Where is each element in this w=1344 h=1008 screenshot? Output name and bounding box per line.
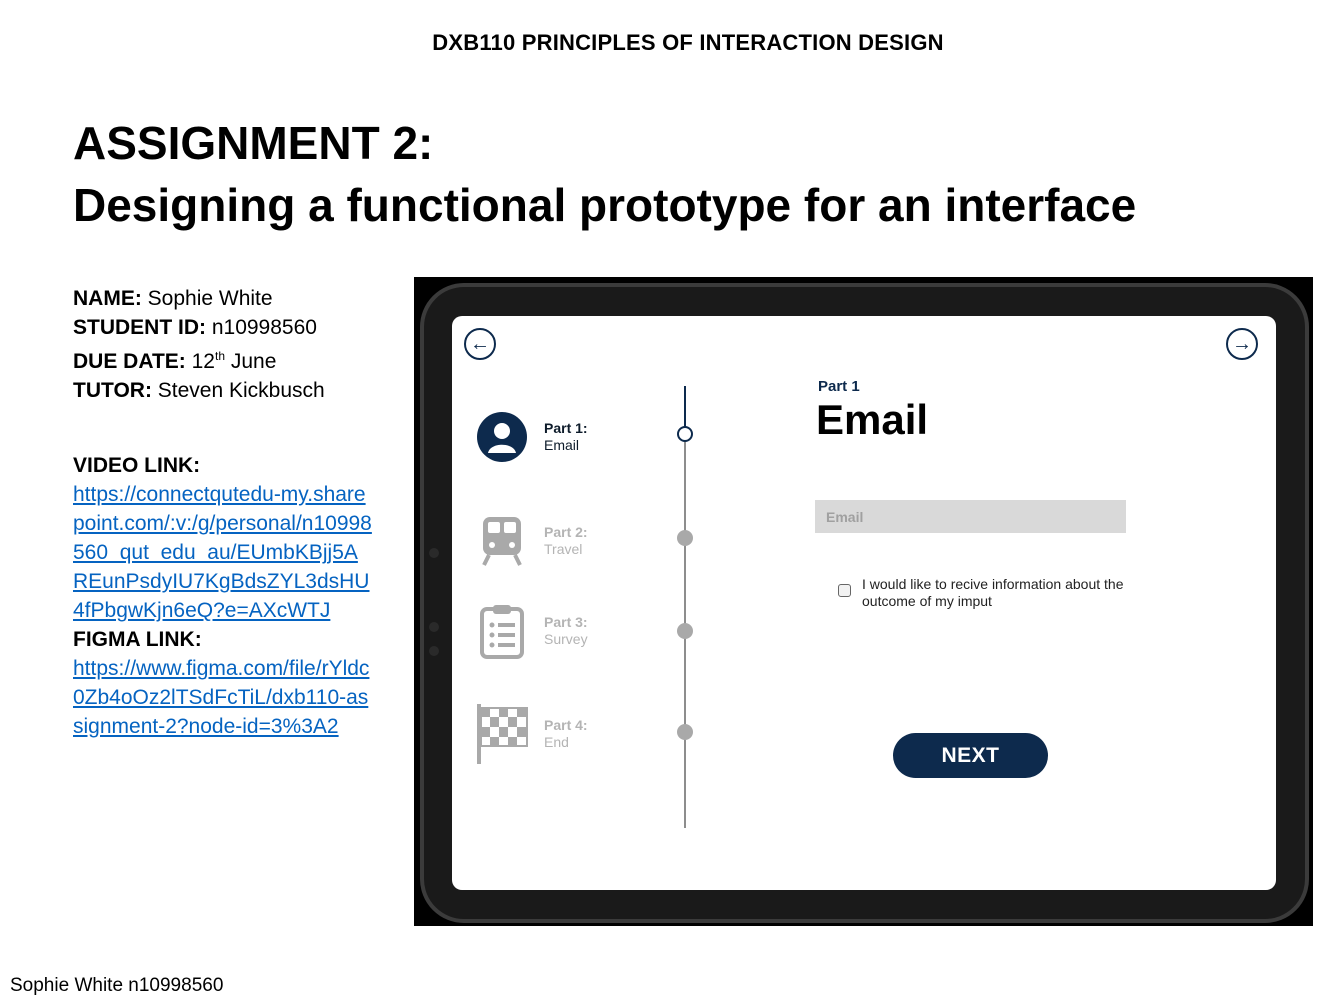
name-value: Sophie White — [141, 287, 273, 310]
step-travel[interactable]: Part 2: Travel — [474, 513, 588, 569]
student-id-row: STUDENT ID: n10998560 — [73, 313, 373, 342]
forward-arrow-icon[interactable]: → — [1226, 328, 1258, 360]
step-number: Part 4: — [544, 717, 588, 733]
figma-link[interactable]: https://www.figma.com/file/rYldc0Zb4oOz2… — [73, 654, 373, 741]
page-heading: Email — [816, 396, 929, 443]
figma-link-label: FIGMA LINK: — [73, 625, 373, 654]
video-link-label-text: VIDEO LINK: — [73, 454, 201, 477]
step-label: Survey — [544, 631, 588, 647]
student-info: NAME: Sophie White STUDENT ID: n10998560… — [73, 284, 373, 741]
figma-link-label-text: FIGMA LINK: — [73, 628, 202, 651]
step-label: Travel — [544, 541, 583, 557]
due-date-label: DUE DATE: — [73, 350, 186, 373]
step-text: Part 2: Travel — [544, 524, 588, 558]
step-label: Email — [544, 437, 580, 453]
progress-timeline — [684, 386, 686, 828]
tablet-side-button — [429, 622, 439, 632]
assignment-title-line1: ASSIGNMENT 2: — [73, 117, 434, 169]
back-arrow-icon[interactable]: ← — [464, 328, 496, 360]
due-date-suffix: th — [214, 349, 225, 363]
step-text: Part 1: Email — [544, 420, 588, 454]
step-text: Part 4: End — [544, 717, 588, 751]
step-label: End — [544, 734, 569, 750]
due-date-row: DUE DATE: 12th June — [73, 342, 373, 376]
step-email[interactable]: Part 1: Email — [474, 409, 588, 465]
step-number: Part 2: — [544, 524, 588, 540]
due-date-day: 12 — [185, 350, 215, 373]
name-row: NAME: Sophie White — [73, 284, 373, 313]
video-link[interactable]: https://connectqutedu-my.sharepoint.com/… — [73, 480, 373, 625]
tutor-label: TUTOR: — [73, 379, 152, 402]
clipboard-icon — [474, 603, 530, 659]
due-date-month: June — [225, 350, 277, 373]
footer-author: Sophie White n10998560 — [10, 975, 224, 996]
tutor-value: Steven Kickbusch — [151, 379, 325, 402]
step-survey[interactable]: Part 3: Survey — [474, 603, 588, 659]
timeline-dot — [677, 724, 693, 740]
train-icon — [474, 513, 530, 569]
video-link-label: VIDEO LINK: — [73, 451, 373, 480]
step-number: Part 3: — [544, 614, 588, 630]
timeline-dot-current — [677, 426, 693, 442]
email-input[interactable] — [815, 500, 1126, 533]
part-label: Part 1 — [818, 378, 860, 395]
tutor-row: TUTOR: Steven Kickbusch — [73, 376, 373, 405]
step-end[interactable]: Part 4: End — [474, 704, 588, 764]
student-id-label: STUDENT ID: — [73, 316, 206, 339]
tablet-side-button — [429, 646, 439, 656]
info-consent-checkbox[interactable] — [838, 584, 851, 597]
info-consent-label: I would like to recive information about… — [862, 576, 1124, 609]
assignment-title: ASSIGNMENT 2: Designing a functional pro… — [73, 112, 1136, 236]
student-id-value: n10998560 — [206, 316, 317, 339]
user-icon — [474, 409, 530, 465]
tablet-side-button — [429, 548, 439, 558]
assignment-title-line2: Designing a functional prototype for an … — [73, 179, 1137, 231]
course-title: DXB110 PRINCIPLES OF INTERACTION DESIGN — [432, 30, 944, 55]
name-label: NAME: — [73, 287, 142, 310]
step-text: Part 3: Survey — [544, 614, 588, 648]
timeline-dot — [677, 623, 693, 639]
checkered-flag-icon — [474, 704, 530, 764]
tablet-screen: ← → Part 1: Email Part 2: Travel Part 3:… — [452, 316, 1276, 890]
step-number: Part 1: — [544, 420, 588, 436]
next-button[interactable]: NEXT — [893, 733, 1048, 778]
timeline-dot — [677, 530, 693, 546]
